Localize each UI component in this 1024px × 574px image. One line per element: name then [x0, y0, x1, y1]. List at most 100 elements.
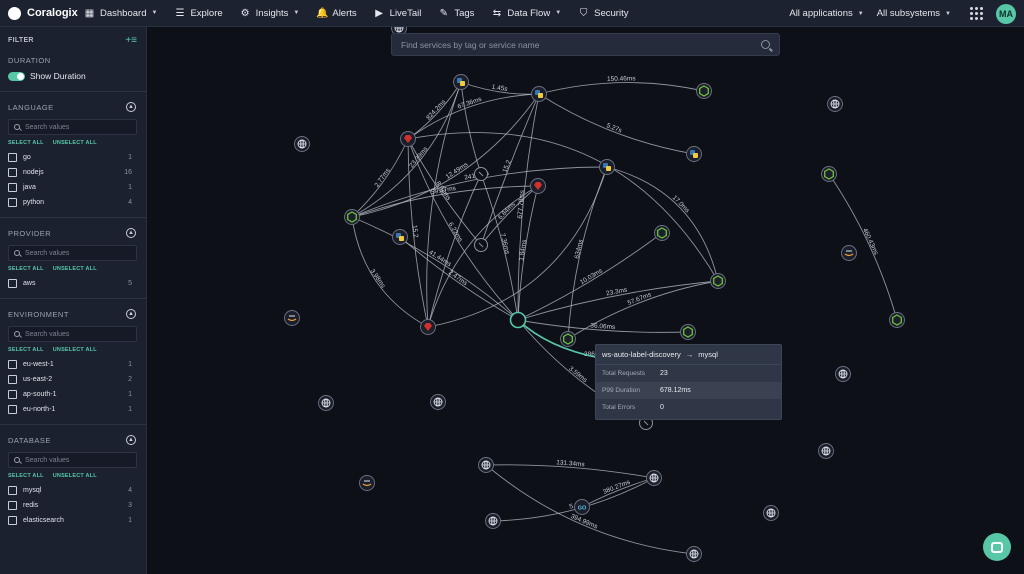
service-node-node[interactable]: [821, 166, 837, 182]
service-node-globe[interactable]: [818, 443, 834, 459]
select-all-link[interactable]: SELECT ALL: [8, 140, 44, 146]
service-node-hollow[interactable]: [474, 238, 488, 252]
service-node-globe[interactable]: [763, 505, 779, 521]
filter-option[interactable]: nodejs 16: [0, 165, 146, 180]
service-node-globe[interactable]: [478, 457, 494, 473]
service-node-python[interactable]: [453, 74, 469, 90]
service-node-hub[interactable]: [509, 311, 527, 329]
select-all-link[interactable]: SELECT ALL: [8, 266, 44, 272]
nav-item-dashboard[interactable]: ▦ Dashboard ▼: [84, 8, 158, 19]
service-node-node[interactable]: [710, 273, 726, 289]
service-node-go[interactable]: GO: [574, 499, 590, 515]
checkbox[interactable]: [8, 279, 17, 288]
nav-item-security[interactable]: ⛉ Security: [578, 8, 629, 19]
chevron-up-icon[interactable]: ▲: [126, 102, 136, 112]
show-duration-toggle[interactable]: [8, 71, 25, 81]
checkbox[interactable]: [8, 168, 17, 177]
service-node-aws[interactable]: [359, 475, 375, 491]
nav-item-livetail[interactable]: ▶ LiveTail: [374, 8, 421, 19]
service-node-node[interactable]: [654, 225, 670, 241]
filter-option[interactable]: redis 3: [0, 498, 146, 513]
checkbox[interactable]: [8, 516, 17, 525]
nav-item-explore[interactable]: ☰ Explore: [174, 8, 222, 19]
service-node-hollow[interactable]: [474, 167, 488, 181]
service-search-input[interactable]: Find services by tag or service name: [391, 33, 780, 56]
checkbox[interactable]: [8, 486, 17, 495]
checkbox[interactable]: [8, 375, 17, 384]
applications-dropdown[interactable]: All applications ▼: [789, 8, 863, 19]
service-map-graph[interactable]: 150.46ms1.45s5.27s67.36ms824.2ms23.39ms1…: [148, 27, 1024, 574]
service-edge[interactable]: [606, 166, 719, 282]
filter-options-icon[interactable]: +≡: [125, 35, 137, 46]
filter-option[interactable]: ap-south-1 1: [0, 387, 146, 402]
checkbox[interactable]: [8, 198, 17, 207]
filter-option[interactable]: mysql 4: [0, 483, 146, 498]
service-node-globe[interactable]: [827, 96, 843, 112]
service-node-python[interactable]: [686, 146, 702, 162]
checkbox[interactable]: [8, 360, 17, 369]
filter-option[interactable]: us-east-2 2: [0, 372, 146, 387]
service-node-globe[interactable]: [646, 470, 662, 486]
unselect-all-link[interactable]: UNSELECT ALL: [53, 266, 97, 272]
unselect-all-link[interactable]: UNSELECT ALL: [53, 140, 97, 146]
service-node-node[interactable]: [680, 324, 696, 340]
service-edge[interactable]: [351, 216, 519, 321]
filter-search-input[interactable]: Search values: [8, 119, 137, 135]
service-node-node[interactable]: [344, 209, 360, 225]
filter-option[interactable]: java 1: [0, 180, 146, 195]
filter-option[interactable]: go 1: [0, 150, 146, 165]
filter-option[interactable]: eu-west-1 1: [0, 357, 146, 372]
checkbox[interactable]: [8, 390, 17, 399]
service-node-globe[interactable]: [430, 394, 446, 410]
chevron-up-icon[interactable]: ▲: [126, 435, 136, 445]
select-all-link[interactable]: SELECT ALL: [8, 347, 44, 353]
chevron-up-icon[interactable]: ▲: [126, 309, 136, 319]
service-node-python[interactable]: [531, 86, 547, 102]
service-edge[interactable]: [538, 82, 705, 95]
service-edge[interactable]: [828, 173, 898, 321]
subsystems-dropdown[interactable]: All subsystems ▼: [877, 8, 951, 19]
avatar[interactable]: MA: [996, 3, 1016, 24]
service-node-python[interactable]: [599, 159, 615, 175]
service-node-globe[interactable]: [686, 546, 702, 562]
checkbox[interactable]: [8, 153, 17, 162]
service-node-globe[interactable]: [835, 366, 851, 382]
service-node-ruby[interactable]: [530, 178, 546, 194]
filter-option[interactable]: python 4: [0, 195, 146, 210]
select-all-link[interactable]: SELECT ALL: [8, 473, 44, 479]
nav-item-tags[interactable]: ✎ Tags: [438, 8, 475, 19]
unselect-all-link[interactable]: UNSELECT ALL: [53, 473, 97, 479]
service-edge[interactable]: [517, 280, 719, 321]
service-node-node[interactable]: [560, 331, 576, 347]
apps-grid-icon[interactable]: [970, 7, 983, 20]
service-node-node[interactable]: [696, 83, 712, 99]
service-node-node[interactable]: [889, 312, 905, 328]
service-node-ruby[interactable]: [400, 131, 416, 147]
filter-option[interactable]: aws 5: [0, 276, 146, 291]
service-node-python[interactable]: [392, 229, 408, 245]
chevron-up-icon[interactable]: ▲: [126, 228, 136, 238]
filter-search-input[interactable]: Search values: [8, 326, 137, 342]
service-node-ruby[interactable]: [420, 319, 436, 335]
service-map-canvas[interactable]: 150.46ms 1.45s 5.27s 67.36ms 824.2ms 23.39ms 1…: [148, 27, 1024, 574]
service-edge[interactable]: [407, 132, 719, 282]
unselect-all-link[interactable]: UNSELECT ALL: [53, 347, 97, 353]
service-edge[interactable]: [480, 185, 539, 246]
nav-item-insights[interactable]: ⚙ Insights ▼: [240, 8, 300, 19]
filter-option[interactable]: eu-north-1 1: [0, 402, 146, 417]
service-node-aws[interactable]: [284, 310, 300, 326]
service-edge[interactable]: [538, 93, 695, 155]
chat-support-button[interactable]: [983, 533, 1011, 561]
service-node-globe[interactable]: [485, 513, 501, 529]
nav-item-alerts[interactable]: 🔔 Alerts: [316, 8, 356, 19]
service-node-globe[interactable]: [318, 395, 334, 411]
service-node-globe[interactable]: [294, 136, 310, 152]
filter-search-input[interactable]: Search values: [8, 245, 137, 261]
checkbox[interactable]: [8, 405, 17, 414]
filter-search-input[interactable]: Search values: [8, 452, 137, 468]
service-node-aws[interactable]: [841, 245, 857, 261]
brand-logo[interactable]: Coralogix: [0, 6, 84, 20]
service-edge[interactable]: [485, 464, 695, 555]
checkbox[interactable]: [8, 501, 17, 510]
checkbox[interactable]: [8, 183, 17, 192]
